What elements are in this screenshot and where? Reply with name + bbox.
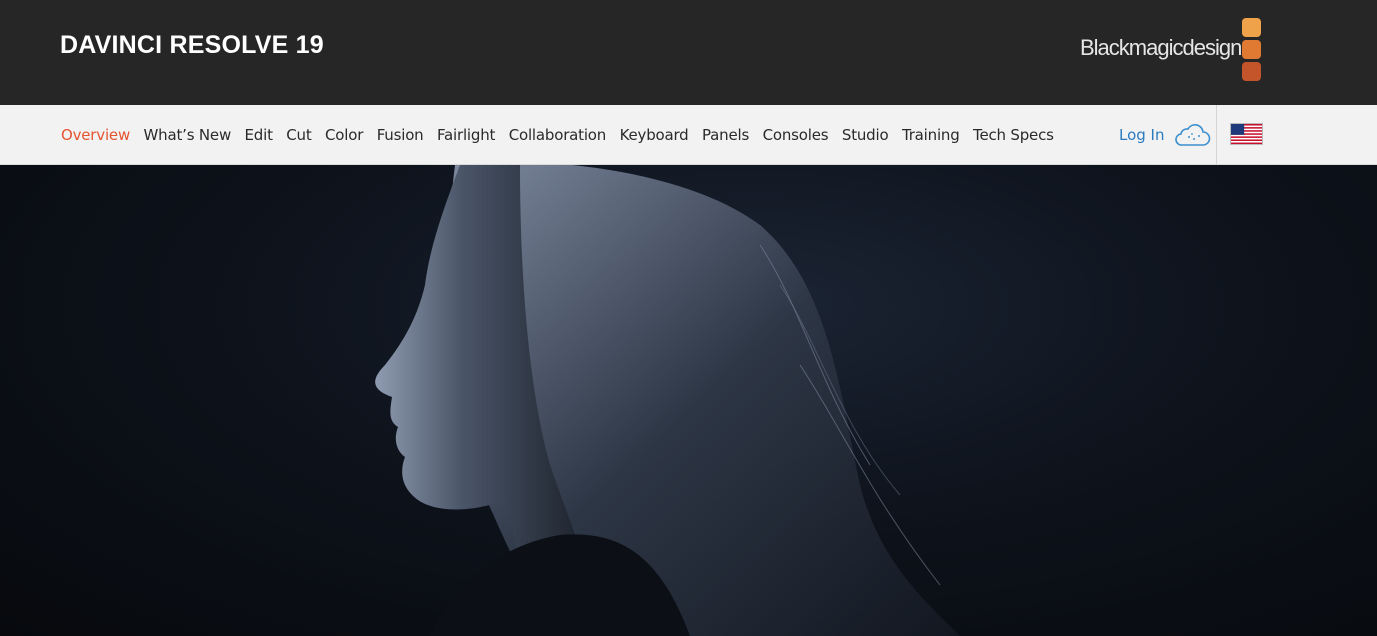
nav-item-collaboration[interactable]: Collaboration [509,126,607,144]
nav-divider [1216,105,1217,165]
nav-item-overview[interactable]: Overview [61,126,130,144]
nav-item-keyboard[interactable]: Keyboard [620,126,689,144]
nav-items: Overview What’s New Edit Cut Color Fusio… [61,105,1067,165]
nav-item-edit[interactable]: Edit [245,126,273,144]
brand-logo-text: Blackmagicdesign [1080,35,1242,60]
nav-item-fairlight[interactable]: Fairlight [437,126,495,144]
brand-logo[interactable]: Blackmagicdesign [1080,16,1266,82]
us-flag-icon[interactable] [1230,123,1263,145]
nav-item-tech-specs[interactable]: Tech Specs [973,126,1054,144]
top-header: DAVINCI RESOLVE 19 Blackmagicdesign [0,0,1377,105]
nav-item-whats-new[interactable]: What’s New [144,126,232,144]
nav-item-fusion[interactable]: Fusion [377,126,424,144]
login-link[interactable]: Log In [1119,105,1211,165]
brand-square-bottom [1242,62,1261,81]
nav-item-studio[interactable]: Studio [842,126,889,144]
main-navigation: Overview What’s New Edit Cut Color Fusio… [0,105,1377,165]
nav-item-training[interactable]: Training [902,126,960,144]
nav-item-consoles[interactable]: Consoles [763,126,829,144]
login-label: Log In [1119,126,1165,144]
nav-item-color[interactable]: Color [325,126,363,144]
hero-video[interactable] [0,165,1377,636]
brand-logo-squares [1242,16,1264,82]
brand-square-middle [1242,40,1261,59]
brand-square-top [1242,18,1261,37]
nav-item-cut[interactable]: Cut [286,126,311,144]
hero-image-woman-profile [375,165,960,636]
cloud-icon [1174,124,1210,146]
nav-item-panels[interactable]: Panels [702,126,749,144]
product-title[interactable]: DAVINCI RESOLVE 19 [60,31,324,60]
